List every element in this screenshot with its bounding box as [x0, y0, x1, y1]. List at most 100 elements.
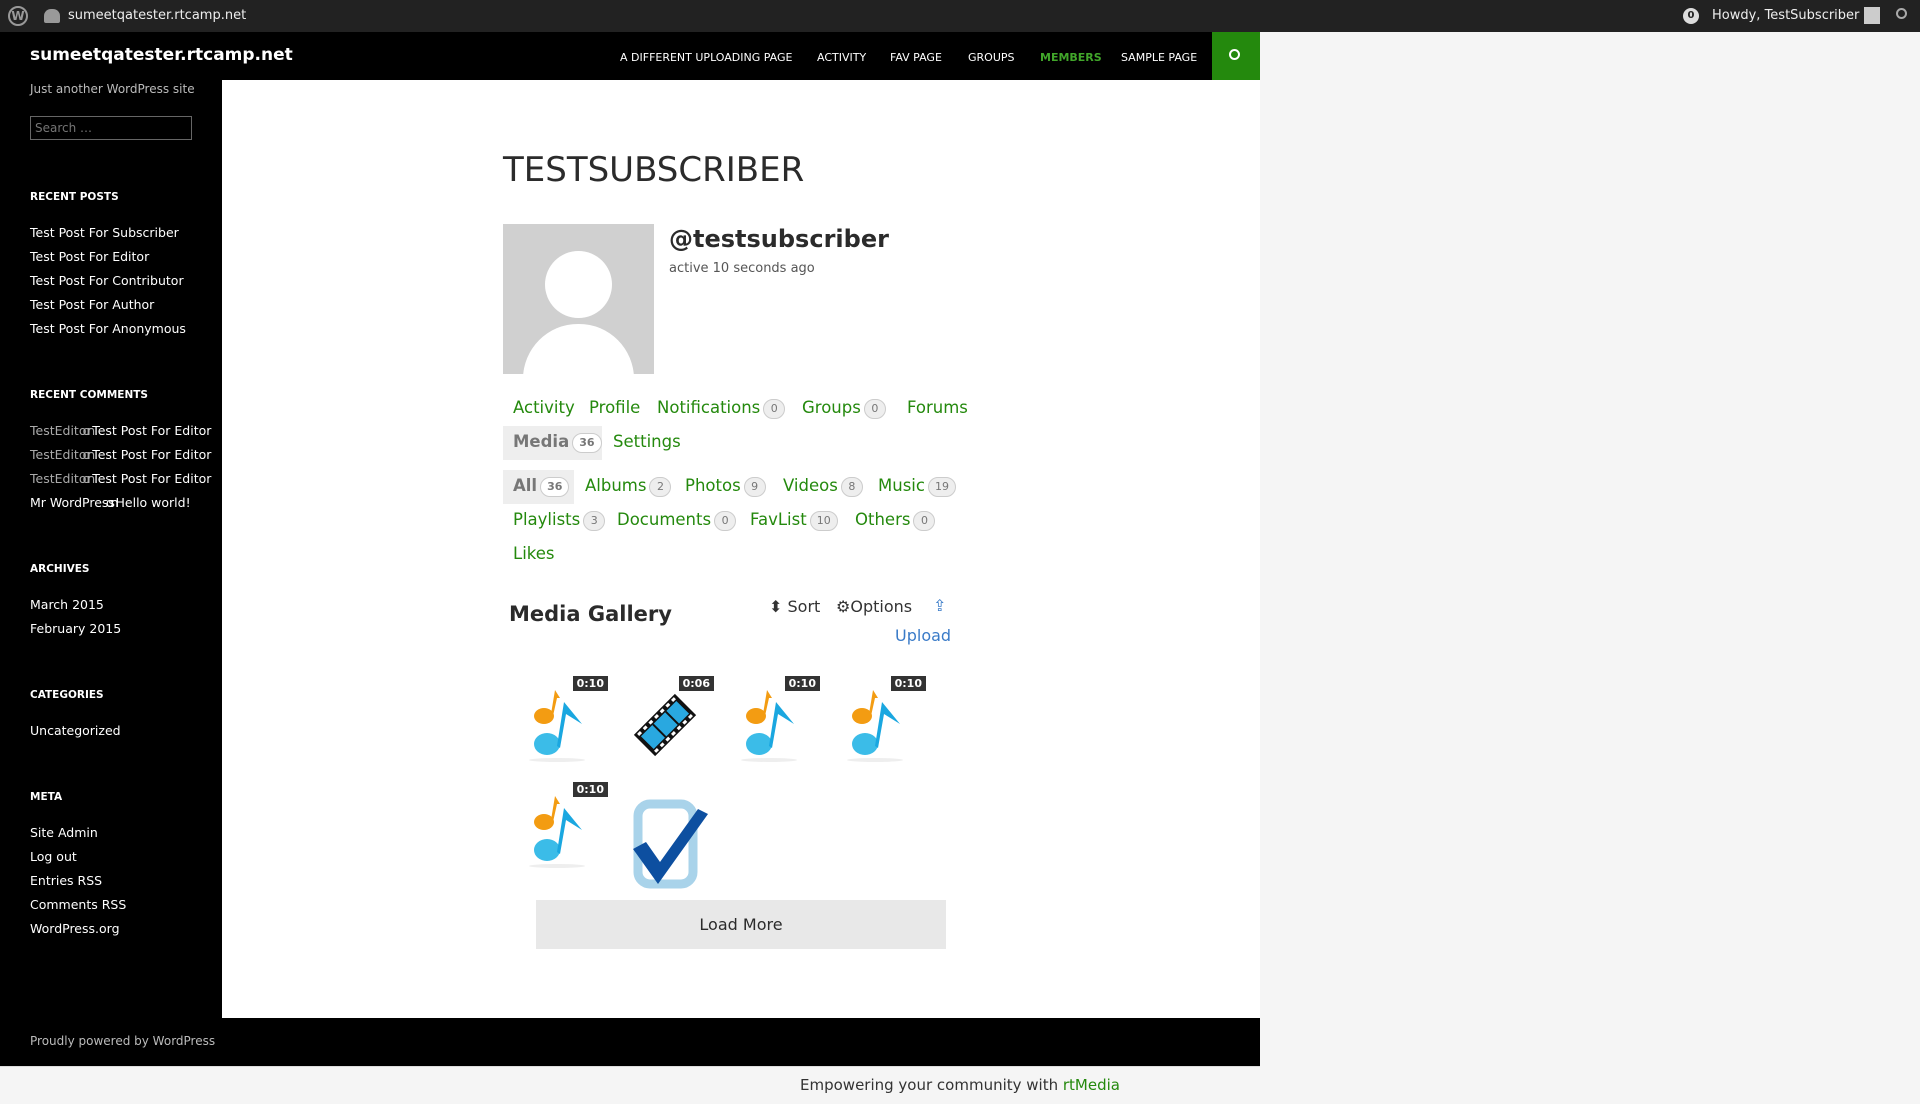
- tab-label: Videos: [783, 476, 838, 495]
- sort-button[interactable]: ⬍ Sort: [769, 597, 820, 616]
- nav-activity[interactable]: ACTIVITY: [817, 51, 866, 64]
- sort-icon: ⬍: [769, 597, 783, 616]
- subtab-music[interactable]: Music 19: [878, 476, 956, 497]
- count-badge: 0: [763, 398, 786, 419]
- subtab-favlist[interactable]: FavList 10: [750, 510, 838, 531]
- subtab-photos[interactable]: Photos 9: [685, 476, 766, 497]
- recent-post-link[interactable]: Test Post For Subscriber: [30, 225, 179, 240]
- subtab-likes[interactable]: Likes: [513, 544, 555, 563]
- last-active: active 10 seconds ago: [669, 261, 815, 276]
- recent-post-link[interactable]: Test Post For Contributor: [30, 273, 184, 288]
- count-badge: 3: [583, 510, 606, 531]
- upload-icon[interactable]: ⇪: [933, 596, 946, 615]
- media-item-document[interactable]: [616, 782, 716, 889]
- tab-groups[interactable]: Groups 0: [802, 398, 886, 419]
- main-content: TESTSUBSCRIBER @testsubscriber active 10…: [222, 80, 1260, 1018]
- music-thumbnail-icon: [840, 688, 910, 767]
- nav-members[interactable]: MEMBERS: [1040, 51, 1102, 64]
- sidebar: Just another WordPress site RECENT POSTS…: [0, 80, 222, 1018]
- options-button[interactable]: ⚙Options: [836, 597, 912, 616]
- rtmedia-footer: Empowering your community with rtMedia: [0, 1066, 1260, 1104]
- archive-link[interactable]: February 2015: [30, 621, 121, 636]
- sidebar-search-input[interactable]: [30, 116, 192, 140]
- recent-post-link[interactable]: Test Post For Anonymous: [30, 321, 186, 336]
- rtmedia-credit: Empowering your community with rtMedia: [0, 1076, 1920, 1094]
- subtab-documents[interactable]: Documents 0: [617, 510, 737, 531]
- rtmedia-link[interactable]: rtMedia: [1063, 1076, 1120, 1094]
- duration-badge: 0:10: [572, 676, 608, 691]
- powered-by-link[interactable]: Proudly powered by WordPress: [30, 1034, 215, 1048]
- comment-post-link[interactable]: Hello world!: [116, 495, 191, 510]
- load-more-button[interactable]: Load More: [536, 900, 946, 949]
- media-item-music[interactable]: 0:10: [510, 782, 610, 877]
- tab-label: Music: [878, 476, 925, 495]
- category-link[interactable]: Uncategorized: [30, 723, 121, 738]
- tab-media[interactable]: Media 36: [513, 432, 602, 453]
- subtab-others[interactable]: Others 0: [855, 510, 936, 531]
- comment-author-link[interactable]: Mr WordPress: [30, 495, 115, 510]
- wordpress-logo-icon[interactable]: W: [8, 6, 28, 26]
- tab-activity[interactable]: Activity: [513, 398, 575, 417]
- tab-label: Photos: [685, 476, 741, 495]
- count-badge: 36: [572, 432, 602, 453]
- username: @testsubscriber: [669, 225, 889, 253]
- user-avatar-icon[interactable]: [1864, 7, 1880, 24]
- duration-badge: 0:10: [784, 676, 820, 691]
- nav-uploading-page[interactable]: A DIFFERENT UPLOADING PAGE: [620, 51, 793, 64]
- options-label: Options: [850, 597, 913, 616]
- meta-link[interactable]: Site Admin: [30, 825, 98, 840]
- recent-comment: TestEditoronTest Post For Editor: [30, 447, 211, 462]
- recent-posts-heading: RECENT POSTS: [30, 191, 119, 203]
- count-badge: 36: [540, 476, 570, 497]
- search-icon: [1229, 49, 1240, 60]
- admin-site-link[interactable]: sumeetqatester.rtcamp.net: [68, 8, 246, 23]
- meta-link[interactable]: Log out: [30, 849, 77, 864]
- media-item-music[interactable]: 0:10: [722, 676, 822, 771]
- subtab-videos[interactable]: Videos 8: [783, 476, 863, 497]
- tab-profile[interactable]: Profile: [589, 398, 640, 417]
- count-badge: 2: [649, 476, 672, 497]
- nav-sample-page[interactable]: SAMPLE PAGE: [1121, 51, 1197, 64]
- avatar[interactable]: [503, 224, 654, 374]
- meta-link[interactable]: Comments RSS: [30, 897, 126, 912]
- tab-notifications[interactable]: Notifications 0: [657, 398, 786, 419]
- media-item-video[interactable]: 0:06: [616, 676, 716, 771]
- tab-label: Playlists: [513, 510, 581, 529]
- dashboard-icon[interactable]: [44, 9, 60, 23]
- recent-post-link[interactable]: Test Post For Editor: [30, 249, 149, 264]
- site-header: sumeetqatester.rtcamp.net A DIFFERENT UP…: [0, 32, 1260, 80]
- tab-forums[interactable]: Forums: [907, 398, 968, 417]
- site-title[interactable]: sumeetqatester.rtcamp.net: [30, 45, 293, 65]
- duration-badge: 0:10: [890, 676, 926, 691]
- meta-link[interactable]: Entries RSS: [30, 873, 102, 888]
- tab-label: Notifications: [657, 398, 761, 417]
- tab-settings[interactable]: Settings: [613, 432, 681, 451]
- comment-on: on: [82, 423, 95, 438]
- site-tagline: Just another WordPress site: [30, 82, 195, 96]
- subtab-all[interactable]: All 36: [513, 476, 570, 497]
- tab-label: FavList: [750, 510, 807, 529]
- comment-post-link[interactable]: Test Post For Editor: [92, 423, 211, 438]
- tab-label: Groups: [802, 398, 861, 417]
- notification-count[interactable]: 0: [1683, 8, 1699, 24]
- subtab-albums[interactable]: Albums 2: [585, 476, 672, 497]
- media-item-music[interactable]: 0:10: [828, 676, 928, 771]
- meta-link[interactable]: WordPress.org: [30, 921, 120, 936]
- upload-button[interactable]: Upload: [895, 626, 951, 645]
- archive-link[interactable]: March 2015: [30, 597, 104, 612]
- avatar-head: [545, 251, 612, 318]
- admin-search-icon[interactable]: [1896, 8, 1907, 19]
- header-search-button[interactable]: [1212, 32, 1260, 80]
- nav-fav-page[interactable]: FAV PAGE: [890, 51, 942, 64]
- avatar-body: [523, 324, 634, 374]
- media-item-music[interactable]: 0:10: [510, 676, 610, 771]
- tab-label: Albums: [585, 476, 647, 495]
- credit-text: Empowering your community with: [800, 1076, 1063, 1094]
- howdy-user-menu[interactable]: Howdy, TestSubscriber: [1712, 8, 1859, 23]
- recent-post-link[interactable]: Test Post For Author: [30, 297, 154, 312]
- sort-label: Sort: [787, 597, 821, 616]
- comment-post-link[interactable]: Test Post For Editor: [92, 447, 211, 462]
- nav-groups[interactable]: GROUPS: [968, 51, 1015, 64]
- comment-post-link[interactable]: Test Post For Editor: [92, 471, 211, 486]
- subtab-playlists[interactable]: Playlists 3: [513, 510, 606, 531]
